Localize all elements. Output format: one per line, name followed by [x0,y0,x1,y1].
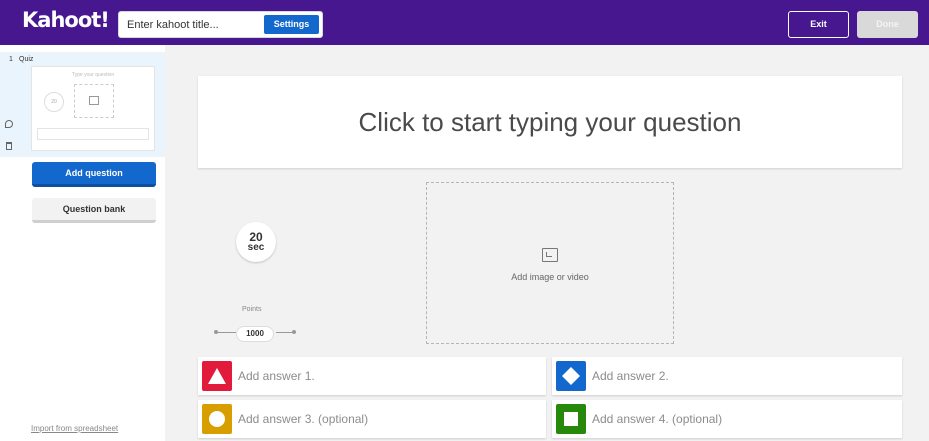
exit-button[interactable]: Exit [788,11,849,38]
answer-4-label: Add answer 4. (optional) [592,412,723,426]
diamond-icon [562,367,580,385]
triangle-icon [208,368,226,384]
thumbnail-answers [37,128,149,140]
slide-thumbnail[interactable]: Type your question 20 [31,66,155,151]
question-bank-button[interactable]: Question bank [32,198,156,223]
answer-3-label: Add answer 3. (optional) [238,412,369,426]
answer-4-swatch [556,404,586,434]
done-button[interactable]: Done [857,11,918,38]
slide-number: 1 [9,56,13,63]
sidebar: 1 Quiz Type your question 20 Add questio… [0,45,165,441]
answer-1-swatch [202,361,232,391]
question-input-box[interactable]: Click to start typing your question [198,76,902,168]
add-question-button[interactable]: Add question [32,162,156,187]
circle-icon [209,411,225,427]
kahoot-logo[interactable]: Kahoot! [22,8,110,32]
answer-2-field[interactable]: Add answer 2. [552,357,902,395]
kahoot-title-input[interactable] [127,12,257,37]
answer-1-label: Add answer 1. [238,369,315,383]
question-placeholder[interactable]: Click to start typing your question [198,76,902,168]
answer-2-label: Add answer 2. [592,369,669,383]
points-decrease-handle[interactable] [214,330,236,334]
thumbnail-question: Type your question [71,72,115,78]
answer-1-field[interactable]: Add answer 1. [198,357,546,395]
timer-unit: sec [247,242,265,253]
image-icon [542,248,558,262]
thumbnail-timer: 20 [44,92,64,112]
answer-2-swatch [556,361,586,391]
media-upload-area[interactable]: Add image or video [426,182,674,344]
points-value[interactable]: 1000 [236,326,274,342]
points-increase-handle[interactable] [276,330,296,334]
import-spreadsheet-link[interactable]: Import from spreadsheet [31,424,118,433]
top-bar: Kahoot! Settings Exit Done [0,0,929,45]
points-label: Points [242,306,262,313]
square-icon [564,412,578,426]
slide-type-label: Quiz [19,56,34,63]
trash-icon[interactable] [6,142,12,150]
thumbnail-media-placeholder [74,84,114,118]
slide-item-1[interactable]: 1 Quiz Type your question 20 [0,52,165,157]
image-icon [89,96,99,105]
title-field[interactable]: Settings [118,11,323,38]
settings-button[interactable]: Settings [264,15,319,34]
answer-4-field[interactable]: Add answer 4. (optional) [552,400,902,438]
answer-3-field[interactable]: Add answer 3. (optional) [198,400,546,438]
duplicate-icon[interactable] [5,120,13,128]
media-upload-label: Add image or video [511,272,589,282]
answer-3-swatch [202,404,232,434]
time-limit-button[interactable]: 20 sec [236,222,276,262]
